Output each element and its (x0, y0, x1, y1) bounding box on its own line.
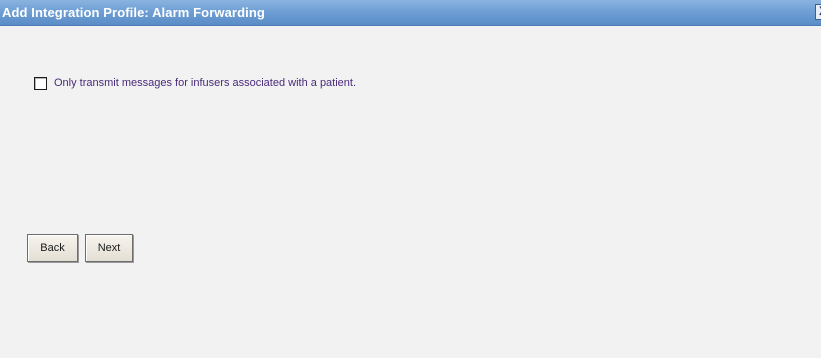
next-button[interactable]: Next (85, 234, 133, 262)
back-button[interactable]: Back (27, 234, 78, 262)
dialog-titlebar: Add Integration Profile: Alarm Forwardin… (0, 0, 821, 26)
dialog-title: Add Integration Profile: Alarm Forwardin… (2, 5, 265, 20)
patient-filter-label[interactable]: Only transmit messages for infusers asso… (54, 77, 356, 89)
patient-filter-option: Only transmit messages for infusers asso… (34, 75, 356, 91)
integration-profile-dialog: Add Integration Profile: Alarm Forwardin… (0, 0, 821, 358)
patient-filter-checkbox[interactable] (34, 76, 47, 90)
close-button[interactable]: X (815, 4, 821, 20)
close-icon[interactable]: X (815, 4, 821, 20)
